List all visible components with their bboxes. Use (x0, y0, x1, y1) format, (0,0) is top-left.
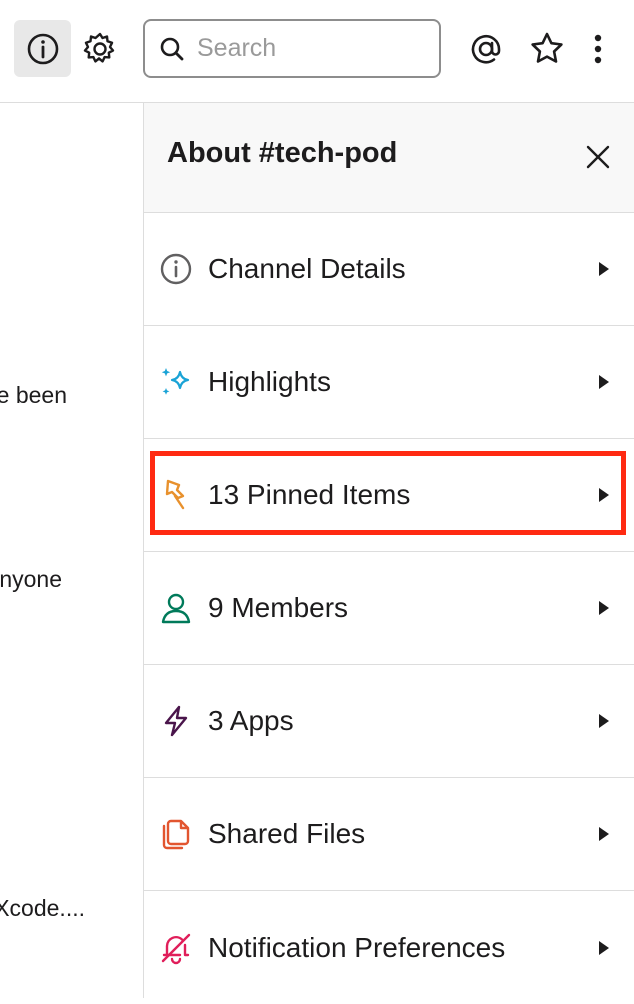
message-fragment: e been (0, 382, 67, 408)
item-label: 13 Pinned Items (208, 479, 411, 510)
files-icon (158, 816, 194, 852)
settings-button[interactable] (78, 25, 122, 73)
person-icon (158, 590, 194, 626)
sparkles-icon (158, 364, 194, 400)
message-list: e been nyone Xcode.... (0, 103, 143, 998)
close-icon (586, 145, 610, 169)
message-fragment: Xcode.... (0, 895, 85, 921)
chevron-right-icon (599, 827, 609, 841)
item-label: Channel Details (208, 253, 406, 284)
channel-info-button[interactable] (14, 20, 71, 77)
lightning-icon (158, 703, 194, 739)
highlights-item[interactable]: Highlights (144, 326, 634, 439)
channel-details-panel: About #tech-pod Channel Details Highligh… (143, 103, 634, 998)
saved-items-button[interactable] (524, 25, 570, 73)
item-label: 3 Apps (208, 705, 294, 736)
chevron-right-icon (599, 714, 609, 728)
pinned-items-item[interactable]: 13 Pinned Items (144, 439, 634, 552)
item-label: Notification Preferences (208, 931, 506, 963)
bell-off-icon (158, 930, 194, 966)
chevron-right-icon (599, 488, 609, 502)
chevron-right-icon (599, 375, 609, 389)
item-label: 9 Members (208, 592, 349, 623)
chevron-right-icon (599, 601, 609, 615)
members-item[interactable]: 9 Members (144, 552, 634, 665)
item-label: Highlights (208, 366, 331, 397)
chevron-right-icon (599, 940, 609, 955)
chevron-right-icon (599, 262, 609, 276)
panel-header: About #tech-pod (144, 103, 634, 213)
message-fragment: nyone (0, 566, 62, 592)
panel-title: About #tech-pod (167, 137, 398, 169)
top-toolbar: Search (0, 0, 634, 103)
apps-item[interactable]: 3 Apps (144, 665, 634, 778)
search-input[interactable]: Search (143, 19, 441, 78)
channel-details-item[interactable]: Channel Details (144, 213, 634, 326)
gear-icon (83, 32, 115, 63)
notification-preferences-item[interactable]: Notification Preferences (144, 891, 634, 1004)
pin-icon (158, 477, 194, 513)
more-vertical-icon (594, 34, 602, 64)
item-label: Shared Files (208, 818, 366, 849)
info-circle-icon (158, 251, 194, 287)
close-button[interactable] (580, 139, 616, 175)
mentions-button[interactable] (464, 25, 508, 73)
star-icon (531, 32, 563, 63)
more-actions-button[interactable] (582, 25, 614, 73)
info-icon (27, 33, 58, 64)
shared-files-item[interactable]: Shared Files (144, 778, 634, 891)
search-placeholder: Search (197, 34, 277, 62)
search-icon (160, 37, 184, 60)
at-icon (471, 34, 501, 64)
